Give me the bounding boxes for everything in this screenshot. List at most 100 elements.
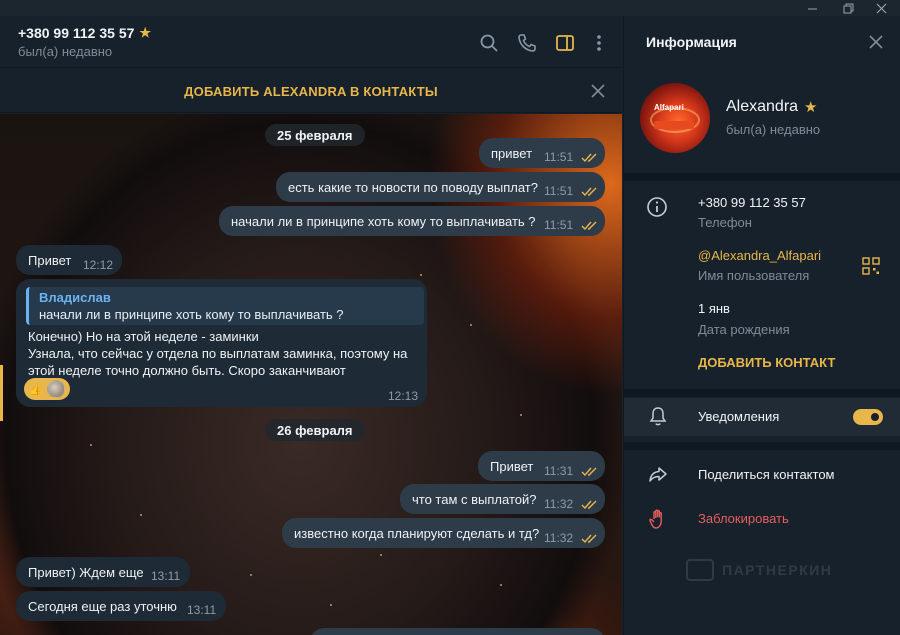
message-time: 12:12 [83, 258, 114, 272]
restore-icon [843, 3, 853, 13]
section-divider [624, 173, 900, 181]
notifications-toggle[interactable] [853, 409, 883, 425]
message-text-line: Узнала, что сейчас у отдела по выплатам … [28, 346, 408, 361]
message-text: известно когда планируют сделать и тд? [294, 526, 540, 541]
message-time: 11:51 [544, 218, 574, 232]
avatar[interactable]: Alfapari [640, 83, 710, 153]
message-text: есть какие то новости по поводу выплат? [288, 180, 538, 195]
message-outgoing[interactable]: привет 11:51 [479, 138, 605, 168]
message-outgoing-partial[interactable] [310, 628, 605, 635]
message-time: 12:13 [388, 389, 419, 403]
add-contact-bar: ДОБАВИТЬ ALEXANDRA В КОНТАКТЫ [0, 69, 622, 113]
section-divider [624, 442, 900, 450]
close-icon [869, 35, 883, 49]
message-text: привет [491, 146, 533, 161]
message-incoming[interactable]: Привет 12:12 [16, 245, 122, 275]
message-incoming[interactable]: Сегодня еще раз уточню 13:11 [16, 591, 226, 621]
message-text-line: этой неделе точно должно быть. Скоро зак… [28, 363, 346, 378]
message-incoming-reply[interactable]: Владислав начали ли в принципе хоть кому… [16, 279, 427, 407]
chat-status: был(а) недавно [18, 44, 113, 59]
section-divider [624, 389, 900, 397]
double-check-icon [581, 187, 597, 197]
username-label: Имя пользователя [698, 268, 810, 283]
panel-title: Информация [646, 34, 737, 50]
add-to-contacts-button[interactable]: ДОБАВИТЬ ALEXANDRA В КОНТАКТЫ [0, 69, 622, 113]
info-panel-toggle[interactable] [554, 32, 576, 54]
message-time: 11:32 [544, 497, 574, 511]
info-panel: Информация Alfapari Alexandra ★ был(а) н… [623, 16, 900, 635]
panel-close-button[interactable] [866, 32, 886, 52]
hand-block-icon [649, 509, 662, 529]
window-close-button[interactable] [866, 0, 896, 16]
profile-name: Alexandra ★ [726, 98, 818, 116]
message-time: 13:11 [151, 569, 181, 583]
star-icon: ★ [804, 99, 818, 116]
message-text: Привет [490, 459, 534, 474]
add-contact-button[interactable]: ДОБАВИТЬ КОНТАКТ [698, 355, 835, 370]
message-time: 11:32 [544, 531, 574, 545]
block-user-button[interactable]: Заблокировать [698, 511, 789, 526]
double-check-icon [581, 500, 597, 510]
username-value[interactable]: @Alexandra_Alfapari [698, 248, 821, 263]
window-titlebar [0, 0, 900, 16]
message-time: 11:51 [544, 150, 574, 164]
date-separator: 25 февраля [265, 124, 365, 146]
notifications-label: Уведомления [698, 409, 780, 424]
info-icon [647, 197, 667, 217]
minimize-button[interactable] [797, 0, 827, 16]
close-icon [876, 3, 886, 13]
message-text: Привет [28, 253, 72, 268]
more-icon [597, 35, 601, 51]
search-button[interactable] [478, 32, 500, 54]
qr-code-icon[interactable] [862, 257, 880, 275]
double-check-icon [581, 467, 597, 477]
chat-title[interactable]: +380 99 112 35 57 ★ [18, 25, 151, 41]
message-outgoing[interactable]: известно когда планируют сделать и тд? 1… [282, 518, 605, 548]
message-incoming[interactable]: Привет) Ждем еще 13:11 [16, 557, 190, 587]
avatar-logo-bar [654, 121, 694, 129]
bell-icon [649, 407, 667, 426]
message-outgoing[interactable]: начали ли в принципе хоть кому то выплач… [219, 206, 605, 236]
share-contact-button[interactable]: Поделиться контактом [698, 467, 835, 482]
message-outgoing[interactable]: что там с выплатой? 11:32 [400, 484, 605, 514]
message-text: Сегодня еще раз уточню [28, 599, 177, 614]
double-check-icon [581, 534, 597, 544]
close-icon [591, 84, 605, 98]
double-check-icon [581, 153, 597, 163]
restore-button[interactable] [833, 0, 863, 16]
avatar-logo-text: Alfapari [654, 103, 684, 112]
message-text: Привет) Ждем еще [28, 565, 144, 580]
call-button[interactable] [516, 32, 538, 54]
message-reaction[interactable]: 👍 [24, 378, 70, 400]
watermark: ПАРТНЕРКИН [686, 559, 832, 581]
watermark-text: ПАРТНЕРКИН [722, 562, 833, 578]
message-text: что там с выплатой? [412, 492, 537, 507]
notifications-row[interactable]: Уведомления [624, 398, 900, 436]
profile-name-text: Alexandra [726, 98, 799, 115]
search-icon [480, 34, 498, 52]
message-time: 11:31 [544, 464, 574, 478]
phone-label: Телефон [698, 215, 752, 230]
unread-scroll-indicator [0, 365, 3, 421]
reply-text: начали ли в принципе хоть кому то выплач… [39, 307, 344, 322]
message-text-line: Конечно) Но на этой неделе - заминки [28, 329, 259, 344]
toggle-knob [869, 411, 881, 423]
chat-header: +380 99 112 35 57 ★ был(а) недавно [0, 16, 622, 68]
reaction-avatar [46, 380, 65, 398]
phone-icon [518, 34, 536, 52]
phone-value[interactable]: +380 99 112 35 57 [698, 195, 806, 210]
chat-title-text: +380 99 112 35 57 [18, 25, 135, 41]
birthday-label: Дата рождения [698, 322, 790, 337]
chat-messages-area[interactable]: 25 февраля привет 11:51 есть какие то но… [0, 114, 622, 635]
message-outgoing[interactable]: есть какие то новости по поводу выплат? … [276, 172, 605, 202]
thumbs-up-icon: 👍 [29, 383, 43, 396]
add-bar-close-button[interactable] [588, 81, 608, 101]
double-check-icon [581, 221, 597, 231]
reply-quote[interactable]: Владислав начали ли в принципе хоть кому… [26, 287, 424, 325]
message-outgoing[interactable]: Привет 11:31 [478, 451, 605, 481]
more-button[interactable] [588, 32, 610, 54]
watermark-logo-icon [686, 559, 714, 581]
message-time: 13:11 [187, 603, 217, 617]
sidebar-toggle-icon [556, 35, 574, 51]
reply-author: Владислав [39, 290, 111, 305]
